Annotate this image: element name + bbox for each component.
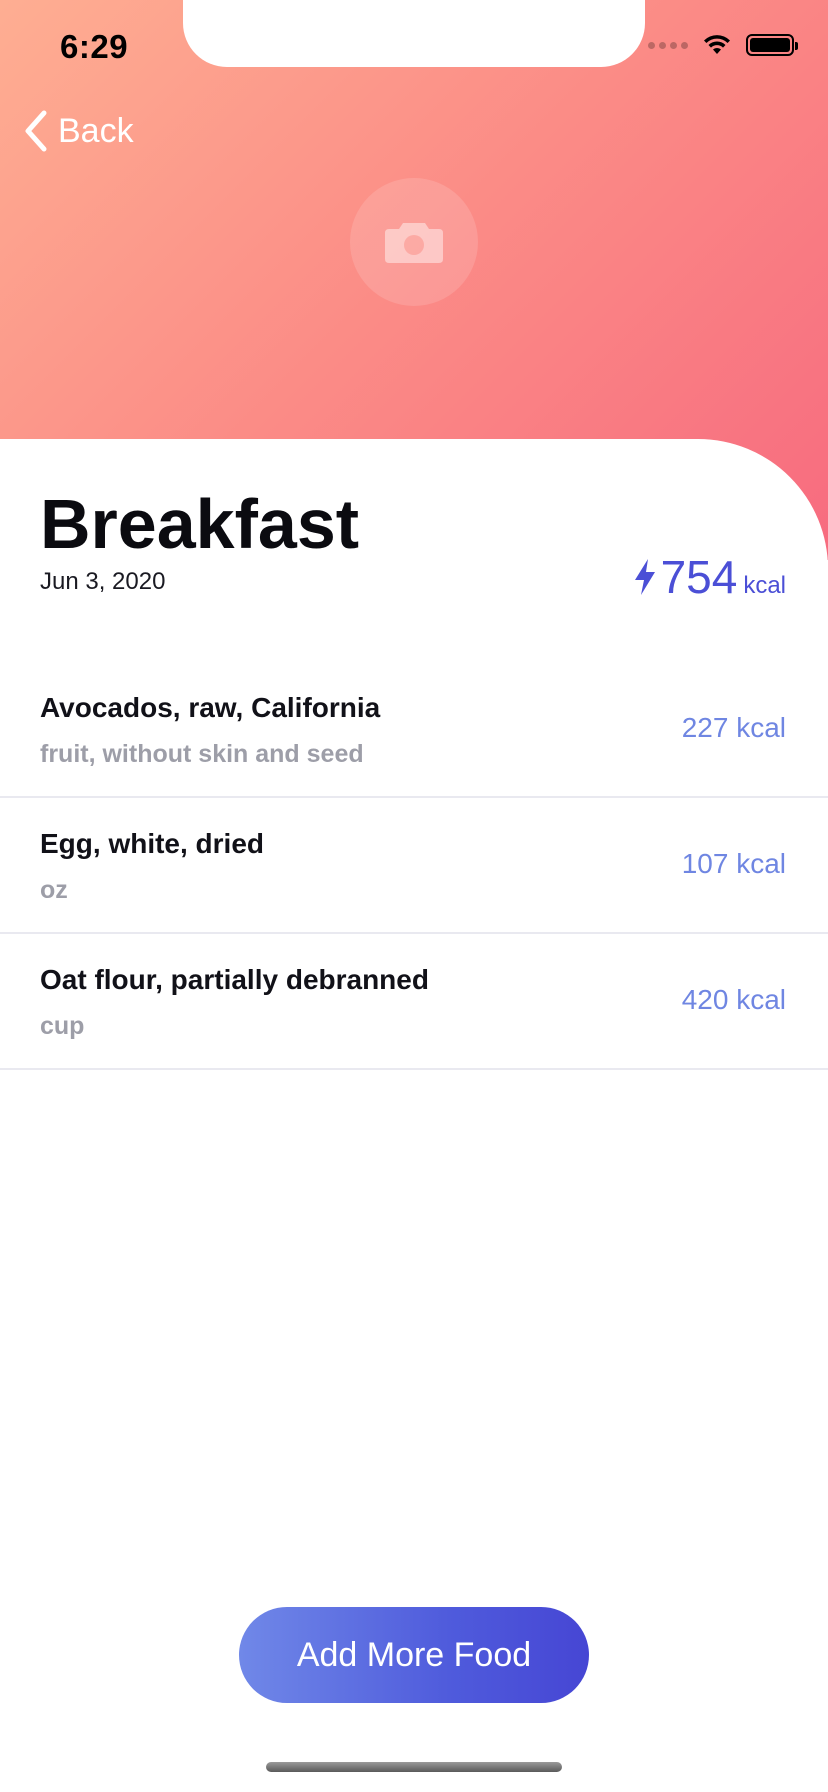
food-name: Oat flour, partially debranned <box>40 964 429 995</box>
add-photo-button[interactable] <box>350 178 478 306</box>
home-indicator[interactable] <box>266 1762 562 1772</box>
food-description: oz <box>40 876 68 904</box>
food-kcal: 227 kcal <box>681 712 786 743</box>
status-icons <box>648 34 798 56</box>
total-kcal-value: 754 <box>660 551 738 603</box>
back-label: Back <box>58 111 134 150</box>
back-button[interactable]: Back <box>24 110 134 152</box>
meal-total-calories: 754 kcal <box>633 550 786 604</box>
device-notch <box>183 0 645 67</box>
food-description: cup <box>40 1012 85 1040</box>
signal-icon <box>648 41 688 49</box>
chevron-left-icon <box>25 110 47 152</box>
meal-date: Jun 3, 2020 <box>40 568 166 595</box>
food-name: Avocados, raw, California <box>40 692 381 723</box>
camera-icon <box>385 223 443 263</box>
food-kcal: 107 kcal <box>681 848 786 879</box>
food-name: Egg, white, dried <box>40 828 265 859</box>
wifi-icon <box>704 35 730 54</box>
total-kcal-unit: kcal <box>743 572 786 599</box>
bolt-icon <box>634 559 655 595</box>
food-item[interactable]: Egg, white, dried oz 107 kcal <box>0 798 828 934</box>
food-item[interactable]: Avocados, raw, California fruit, without… <box>0 662 828 798</box>
meal-title: Breakfast <box>40 485 360 563</box>
status-time: 6:29 <box>60 28 129 65</box>
food-description: fruit, without skin and seed <box>40 740 364 768</box>
food-item[interactable]: Oat flour, partially debranned cup 420 k… <box>0 934 828 1070</box>
meal-detail-screen: 6:29 Back Breakfast Jun 3, 2020 754 kcal <box>0 0 828 1792</box>
battery-icon <box>746 34 798 56</box>
content-sheet <box>0 439 828 1792</box>
add-more-food-button[interactable]: Add More Food <box>239 1607 589 1703</box>
food-kcal: 420 kcal <box>681 984 786 1015</box>
food-list: Avocados, raw, California fruit, without… <box>0 662 828 1070</box>
